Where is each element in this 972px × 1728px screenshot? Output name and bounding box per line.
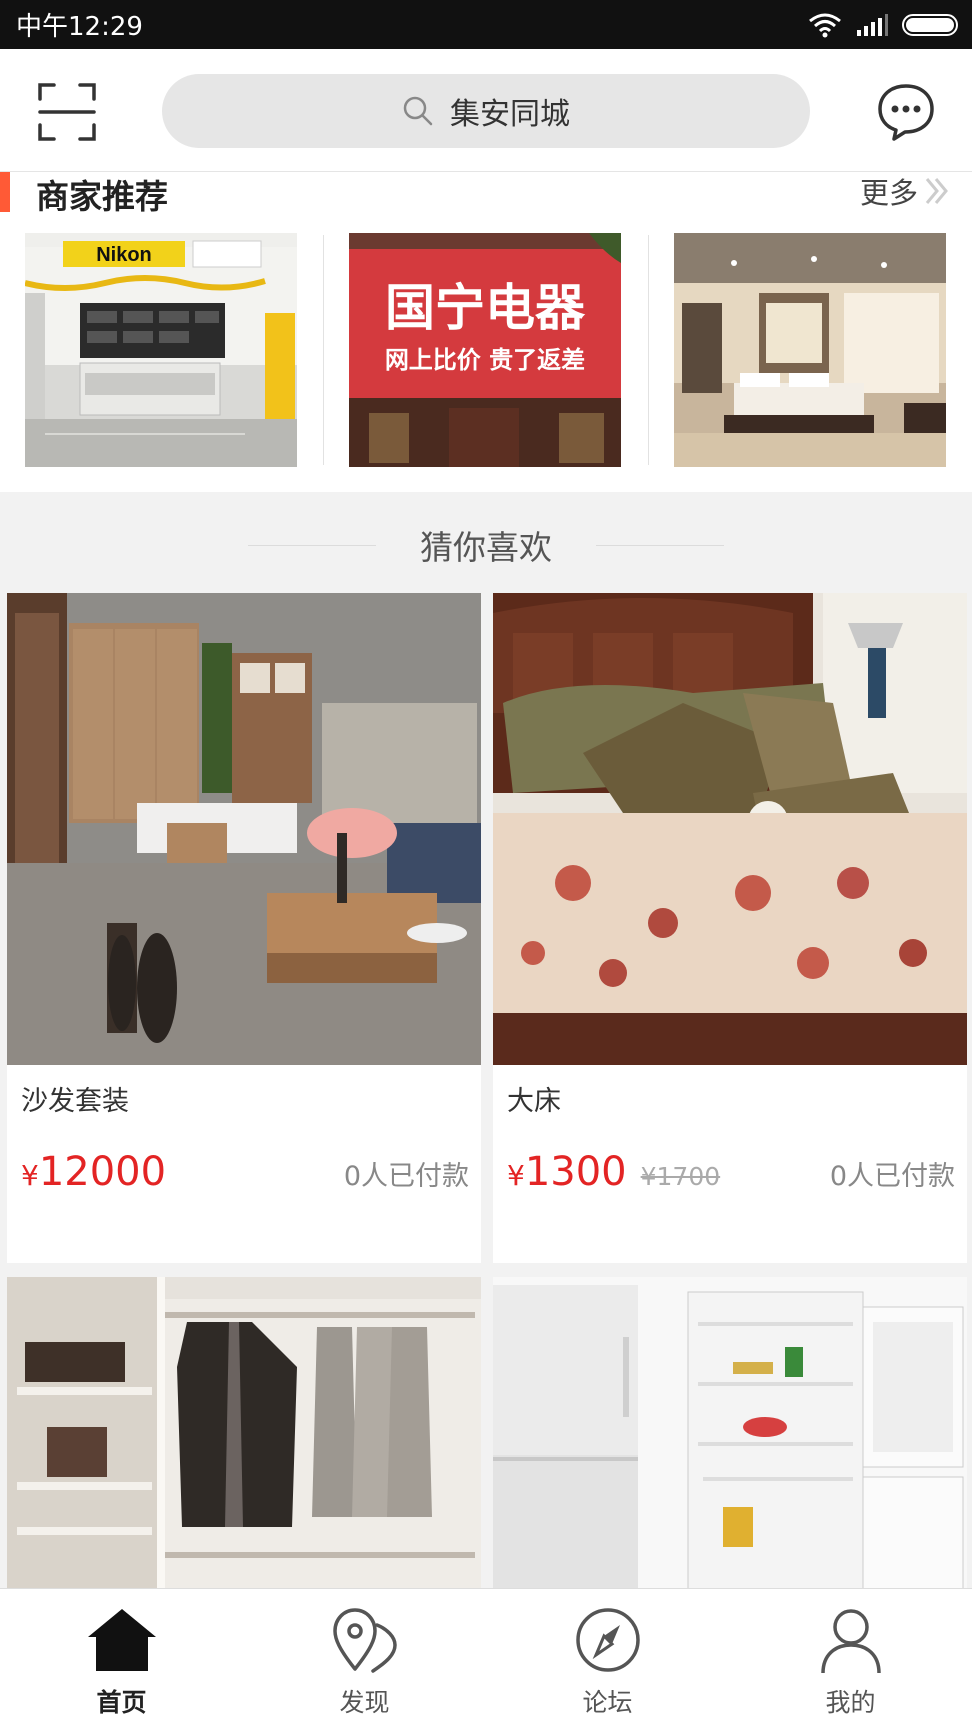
- camera-store-photo: Nikon: [25, 233, 297, 467]
- divider: [648, 235, 649, 465]
- nav-label: 发现: [339, 1688, 390, 1717]
- discover-map-icon: [332, 1608, 397, 1673]
- nav-home[interactable]: 首页: [0, 1589, 243, 1728]
- price-row: ¥12000 0人已付款: [21, 1149, 469, 1205]
- electronics-store-photo: 国宁电器 网上比价 贵了返差: [349, 233, 621, 467]
- more-label: 更多: [859, 176, 918, 210]
- divider: [323, 235, 324, 465]
- product-card-refrigerator[interactable]: [493, 1277, 967, 1588]
- product-card-wardrobe[interactable]: [7, 1277, 481, 1588]
- wifi-icon: [809, 13, 841, 37]
- guess-you-like-title: 猜你喜欢: [420, 528, 552, 567]
- merchant-section: 商家推荐 更多 Nikon 国宁电器 网上比价 贵了返差: [0, 172, 972, 492]
- status-icons: [808, 12, 958, 38]
- nav-profile[interactable]: 我的: [729, 1589, 972, 1728]
- guess-you-like-header: 猜你喜欢: [0, 500, 972, 590]
- section-accent-bar: [0, 172, 10, 212]
- product-card-sofa-set[interactable]: 沙发套装 ¥12000 0人已付款: [7, 593, 481, 1263]
- product-name: 沙发套装: [21, 1086, 129, 1117]
- product-image: [493, 1277, 967, 1588]
- top-header: 集安同城: [0, 49, 972, 172]
- merchant-card-camera-store[interactable]: Nikon: [25, 233, 297, 467]
- product-card-bed[interactable]: 大床 ¥1300 ¥1700 0人已付款: [493, 593, 967, 1263]
- search-bar[interactable]: 集安同城: [162, 74, 810, 148]
- shop-sign-text: Nikon: [96, 244, 152, 266]
- nav-label: 我的: [825, 1688, 876, 1717]
- merchant-card-electronics-store[interactable]: 国宁电器 网上比价 贵了返差: [349, 233, 621, 467]
- more-merchants-link[interactable]: 更多: [860, 170, 950, 212]
- product-price: ¥1300: [507, 1149, 627, 1195]
- nav-forum[interactable]: 论坛: [486, 1589, 729, 1728]
- message-icon[interactable]: [876, 81, 936, 141]
- nav-discover[interactable]: 发现: [243, 1589, 486, 1728]
- shop-sign-title: 国宁电器: [385, 279, 586, 337]
- merchant-carousel: Nikon 国宁电器 网上比价 贵了返差: [0, 233, 972, 467]
- scan-icon[interactable]: [38, 83, 96, 141]
- price-row: ¥1300 ¥1700 0人已付款: [507, 1149, 955, 1205]
- battery-level: [906, 17, 954, 32]
- divider: [248, 544, 376, 546]
- product-image: [7, 593, 481, 1065]
- status-bar: 中午12:29: [0, 0, 972, 49]
- status-time: 中午12:29: [16, 12, 143, 42]
- user-icon: [820, 1609, 881, 1674]
- shop-sign-slogan: 网上比价 贵了返差: [385, 346, 585, 374]
- nav-label: 首页: [96, 1688, 147, 1717]
- original-price: ¥1700: [640, 1162, 721, 1191]
- double-chevron-right-icon: [925, 178, 948, 204]
- battery-icon: [902, 13, 958, 36]
- product-image: [7, 1277, 481, 1588]
- compass-icon: [575, 1608, 640, 1672]
- product-price: ¥12000: [21, 1149, 167, 1195]
- bottom-nav: 首页 发现 论坛 我的: [0, 1588, 972, 1728]
- home-icon: [87, 1609, 156, 1671]
- product-image: [493, 593, 967, 1065]
- merchant-card-furniture-store[interactable]: [674, 233, 946, 467]
- paid-count: 0人已付款: [343, 1161, 469, 1192]
- nav-label: 论坛: [582, 1688, 633, 1717]
- section-title-merchants: 商家推荐: [36, 177, 168, 216]
- paid-count: 0人已付款: [829, 1161, 955, 1192]
- search-icon: [403, 96, 433, 126]
- divider: [596, 544, 724, 546]
- furniture-store-photo: [674, 233, 946, 467]
- search-placeholder: 集安同城: [450, 97, 570, 132]
- product-name: 大床: [507, 1086, 561, 1117]
- signal-icon: [857, 13, 888, 36]
